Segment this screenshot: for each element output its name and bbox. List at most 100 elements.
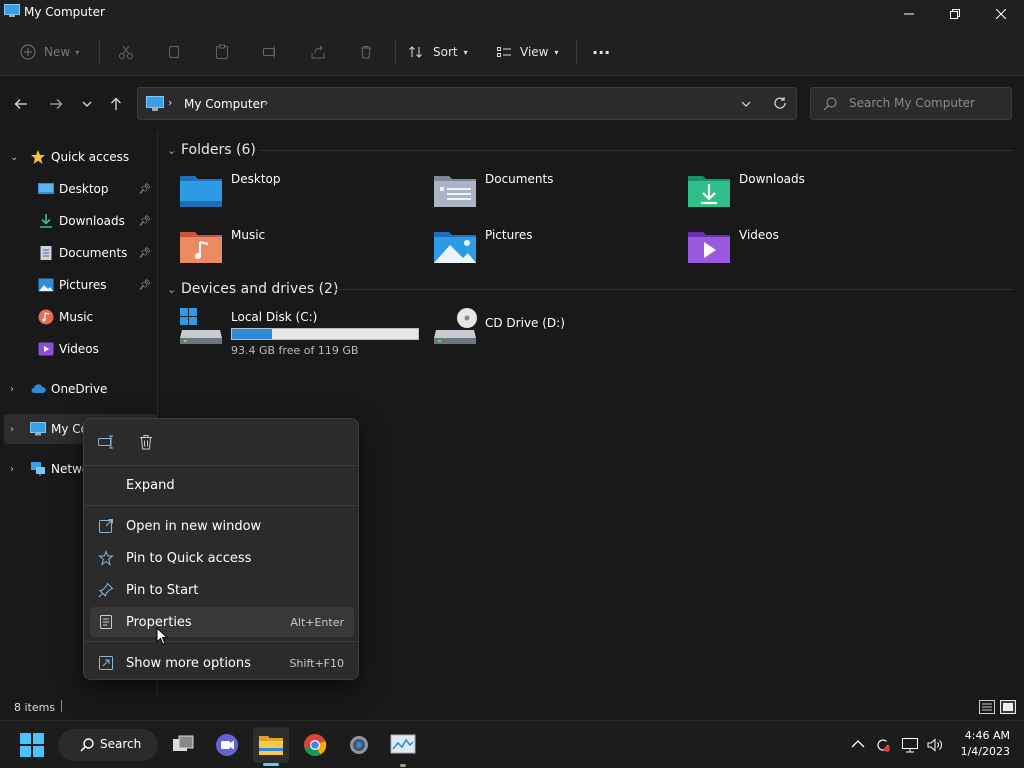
document-icon bbox=[40, 246, 52, 260]
tiles-view-icon[interactable] bbox=[1000, 700, 1016, 714]
trash-icon bbox=[361, 46, 371, 59]
pin-icon[interactable]: 📌︎ bbox=[138, 184, 151, 195]
new-button[interactable]: New ▾ bbox=[20, 40, 79, 64]
network-tray-icon[interactable] bbox=[901, 736, 919, 754]
file-explorer-taskbar-button[interactable] bbox=[253, 727, 289, 766]
start-button[interactable] bbox=[14, 727, 50, 763]
folder-documents[interactable]: Documents bbox=[433, 168, 673, 212]
menu-item-show-more-options[interactable]: Show more options Shift+F10 bbox=[90, 648, 354, 678]
network-icon bbox=[31, 462, 45, 476]
minimize-icon bbox=[904, 13, 914, 15]
clock-time: 4:46 AM bbox=[964, 729, 1010, 742]
folder-music[interactable]: Music bbox=[179, 224, 419, 268]
menu-item-properties[interactable]: Properties Alt+Enter bbox=[90, 607, 354, 637]
close-button[interactable] bbox=[978, 0, 1024, 28]
videos-folder-icon bbox=[688, 232, 730, 263]
system-clock[interactable]: 4:46 AM 1/4/2023 bbox=[961, 728, 1010, 760]
sidebar-item-music[interactable]: Music bbox=[0, 302, 157, 332]
chevron-down-icon[interactable]: ⌄ bbox=[10, 152, 20, 163]
sort-button[interactable]: Sort ▾ bbox=[408, 40, 468, 64]
rename-button[interactable] bbox=[262, 40, 278, 64]
chevron-up-icon[interactable] bbox=[851, 739, 865, 749]
refresh-icon[interactable] bbox=[773, 96, 787, 110]
volume-icon[interactable] bbox=[926, 736, 944, 754]
pictures-folder-icon bbox=[434, 232, 476, 263]
trash-icon[interactable] bbox=[137, 433, 155, 451]
more-options-button[interactable]: ··· bbox=[592, 40, 610, 64]
group-divider bbox=[335, 289, 1014, 290]
command-bar: New ▾ Sort ▾ View ▾ ··· bbox=[0, 28, 1024, 76]
recent-locations-button[interactable] bbox=[77, 94, 97, 114]
task-view-button[interactable] bbox=[165, 727, 201, 763]
forward-button[interactable] bbox=[46, 94, 66, 114]
delete-button[interactable] bbox=[358, 40, 374, 64]
search-input[interactable] bbox=[849, 96, 999, 110]
up-button[interactable] bbox=[106, 94, 126, 114]
music-folder-icon bbox=[180, 232, 222, 263]
chevron-right-icon[interactable]: › bbox=[264, 96, 268, 109]
drive-local-c[interactable]: Local Disk (C:) 93.4 GB free of 119 GB bbox=[179, 306, 429, 357]
pin-icon[interactable]: 📌︎ bbox=[138, 248, 151, 259]
view-list-icon bbox=[497, 47, 511, 57]
sidebar-item-documents[interactable]: Documents 📌︎ bbox=[0, 238, 157, 268]
paste-button[interactable] bbox=[214, 40, 230, 64]
desktop-folder-icon bbox=[180, 176, 222, 207]
sidebar-item-onedrive[interactable]: › OneDrive bbox=[0, 374, 157, 404]
sidebar-item-downloads[interactable]: Downloads 📌︎ bbox=[0, 206, 157, 236]
address-dropdown-icon[interactable] bbox=[741, 99, 751, 109]
pin-icon[interactable]: 📌︎ bbox=[138, 280, 151, 291]
address-bar[interactable]: › My Computer › bbox=[137, 87, 797, 120]
chevron-down-icon: ▾ bbox=[554, 47, 559, 57]
resource-monitor-taskbar-button[interactable] bbox=[385, 727, 421, 767]
minimize-button[interactable] bbox=[886, 0, 932, 28]
share-button[interactable] bbox=[310, 40, 326, 64]
pin-icon[interactable]: 📌︎ bbox=[138, 216, 151, 227]
restore-button[interactable] bbox=[932, 0, 978, 28]
sidebar-item-videos[interactable]: Videos bbox=[0, 334, 157, 364]
rename-icon[interactable] bbox=[97, 433, 115, 451]
search-box[interactable] bbox=[810, 87, 1012, 120]
chrome-taskbar-button[interactable] bbox=[297, 727, 333, 763]
chevron-right-icon[interactable]: › bbox=[10, 424, 20, 435]
drive-free-space: 93.4 GB free of 119 GB bbox=[231, 344, 359, 357]
windows-logo-icon bbox=[20, 733, 44, 757]
sidebar-item-quick-access[interactable]: ⌄ Quick access bbox=[0, 142, 157, 172]
computer-icon bbox=[146, 96, 164, 111]
menu-item-expand[interactable]: Expand bbox=[90, 470, 354, 500]
search-icon bbox=[80, 738, 94, 752]
breadcrumb-my-computer[interactable]: My Computer bbox=[184, 97, 265, 111]
menu-item-pin-start[interactable]: Pin to Start bbox=[90, 575, 354, 605]
drives-group-header[interactable]: ⌄ Devices and drives (2) bbox=[167, 278, 338, 300]
download-arrow-icon bbox=[40, 214, 52, 228]
menu-item-label: Pin to Quick access bbox=[126, 550, 252, 566]
view-button[interactable]: View ▾ bbox=[496, 40, 559, 64]
chevron-right-icon[interactable]: › bbox=[10, 464, 20, 475]
folder-pictures[interactable]: Pictures bbox=[433, 224, 673, 268]
back-button[interactable] bbox=[11, 94, 31, 114]
sidebar-item-label: Quick access bbox=[51, 150, 130, 164]
menu-item-pin-quick-access[interactable]: Pin to Quick access bbox=[90, 543, 354, 573]
taskbar: Search 4:46 AM 1/4/2023 bbox=[0, 720, 1024, 768]
cut-button[interactable] bbox=[118, 40, 134, 64]
drive-cd-d[interactable]: CD Drive (D:) bbox=[433, 306, 673, 356]
sync-alert-icon[interactable] bbox=[874, 736, 892, 754]
menu-separator bbox=[84, 505, 358, 506]
windows-drive-icon bbox=[180, 308, 222, 344]
teams-chat-button[interactable] bbox=[209, 727, 245, 763]
menu-item-label: Open in new window bbox=[126, 518, 262, 534]
folder-desktop[interactable]: Desktop bbox=[179, 168, 419, 212]
computer-icon bbox=[4, 4, 20, 17]
folders-group-header[interactable]: ⌄ Folders (6) bbox=[167, 139, 256, 161]
sidebar-item-pictures[interactable]: Pictures 📌︎ bbox=[0, 270, 157, 300]
chevron-right-icon[interactable]: › bbox=[10, 384, 20, 395]
sidebar-item-desktop[interactable]: Desktop 📌︎ bbox=[0, 174, 157, 204]
details-view-icon[interactable] bbox=[979, 700, 995, 714]
folder-videos[interactable]: Videos bbox=[687, 224, 927, 268]
taskbar-search-button[interactable]: Search bbox=[58, 729, 158, 761]
menu-item-open-new-window[interactable]: Open in new window bbox=[90, 511, 354, 541]
restore-icon bbox=[950, 9, 960, 19]
folder-downloads[interactable]: Downloads bbox=[687, 168, 927, 212]
taskbar-search-label: Search bbox=[100, 737, 142, 751]
settings-taskbar-button[interactable] bbox=[341, 727, 377, 763]
copy-button[interactable] bbox=[166, 40, 182, 64]
